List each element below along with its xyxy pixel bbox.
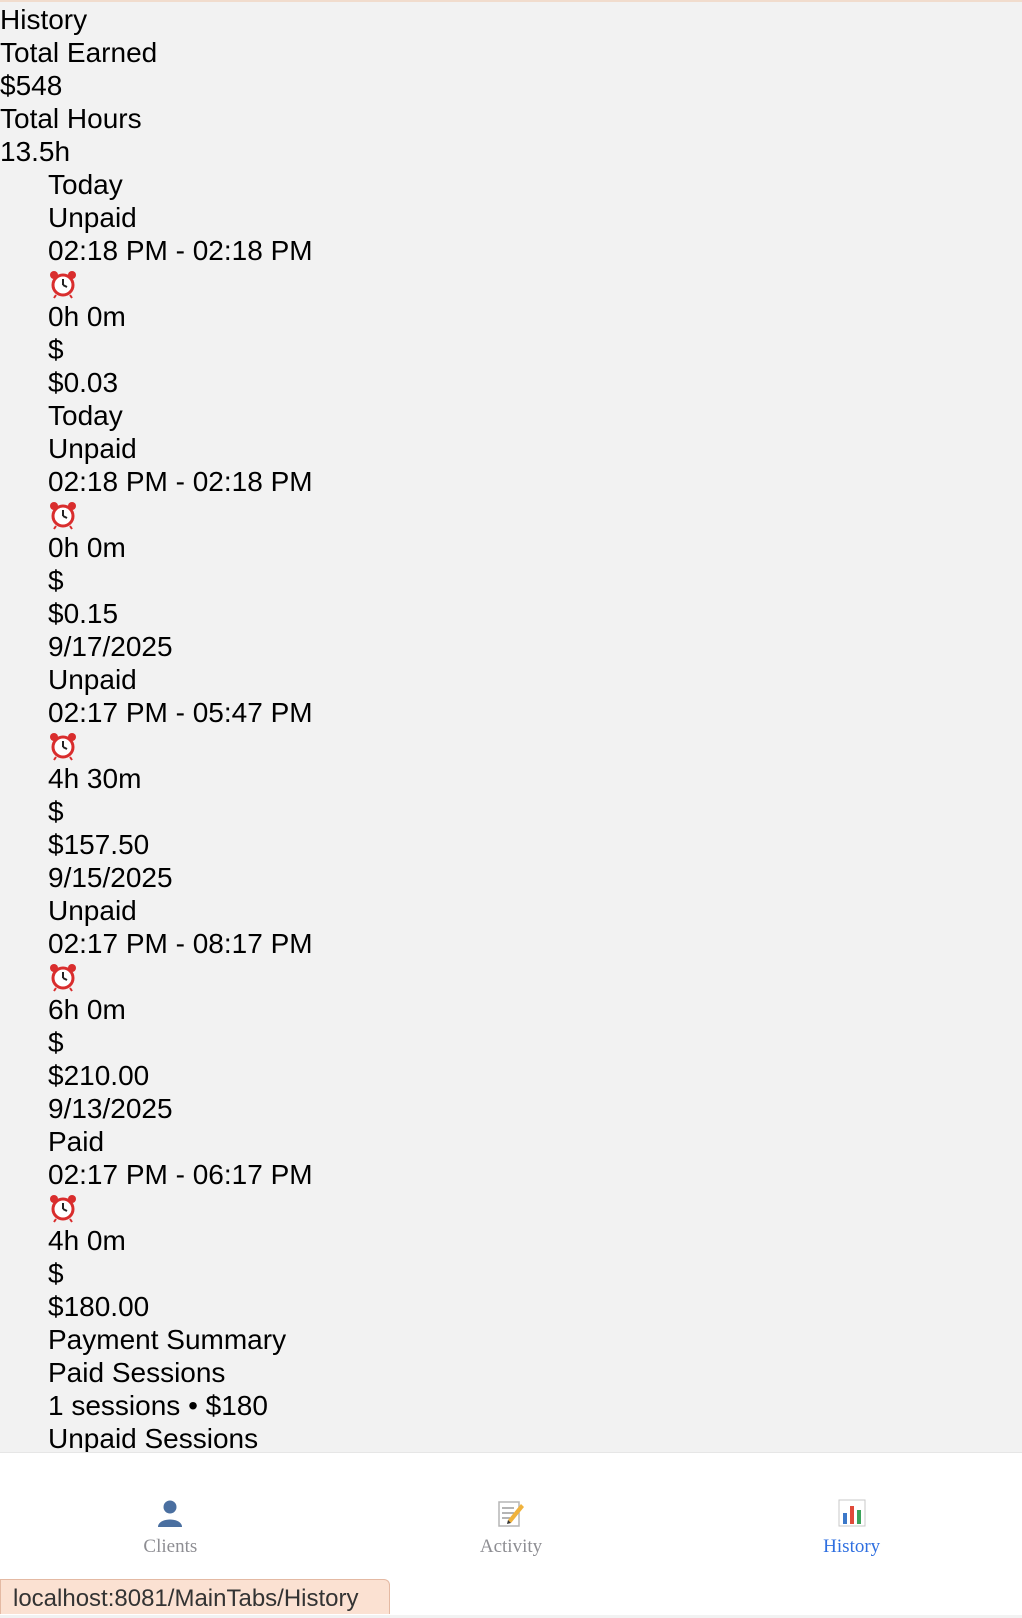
session-card[interactable]: Today Unpaid 02:18 PM - 02:18 PM 0h 0m $… — [0, 168, 1022, 399]
session-time-range: 02:17 PM - 06:17 PM — [48, 1159, 313, 1190]
session-amount: $0.15 — [48, 598, 119, 629]
top-border — [0, 0, 1022, 2]
session-amount: $210.00 — [48, 1060, 150, 1091]
alarm-clock-icon — [48, 729, 78, 762]
session-time-range: 02:18 PM - 02:18 PM — [48, 466, 313, 497]
unpaid-sessions-label: Unpaid Sessions — [48, 1423, 259, 1452]
currency-symbol: $ — [48, 796, 64, 827]
currency-symbol: $ — [48, 565, 64, 596]
session-amount: $180.00 — [48, 1291, 150, 1322]
page-title: History — [0, 4, 88, 35]
memo-icon — [496, 1498, 526, 1528]
payment-summary-title: Payment Summary — [48, 1324, 287, 1355]
session-duration: 0h 0m — [48, 301, 126, 332]
session-time-range: 02:17 PM - 05:47 PM — [48, 697, 313, 728]
session-status: Unpaid — [48, 433, 137, 464]
tab-label: Clients — [143, 1536, 198, 1557]
alarm-clock-icon — [48, 960, 78, 993]
session-amount: $157.50 — [48, 829, 150, 860]
session-date: 9/17/2025 — [48, 631, 173, 662]
session-card[interactable]: 9/15/2025 Unpaid 02:17 PM - 08:17 PM 6h … — [0, 861, 1022, 1092]
session-date: 9/13/2025 — [48, 1093, 173, 1124]
tab-label: History — [823, 1536, 881, 1557]
currency-symbol: $ — [48, 1258, 64, 1289]
session-date: 9/15/2025 — [48, 862, 173, 893]
session-card[interactable]: 9/13/2025 Paid 02:17 PM - 06:17 PM 4h 0m… — [0, 1092, 1022, 1323]
tab-activity[interactable]: Activity — [341, 1453, 682, 1615]
paid-sessions-label: Paid Sessions — [48, 1357, 226, 1388]
tab-history[interactable]: History — [681, 1453, 1022, 1615]
tab-label: Activity — [479, 1536, 543, 1557]
history-scroll-view[interactable]: History Total Earned $548 Total Hours 13… — [0, 3, 1022, 1452]
alarm-clock-icon — [48, 1191, 78, 1224]
total-hours-value: 13.5h — [0, 136, 71, 167]
total-earned-label: Total Earned — [0, 37, 158, 68]
session-card[interactable]: 9/17/2025 Unpaid 02:17 PM - 05:47 PM 4h … — [0, 630, 1022, 861]
total-earned-value: $548 — [0, 70, 63, 101]
session-card[interactable]: Today Unpaid 02:18 PM - 02:18 PM 0h 0m $… — [0, 399, 1022, 630]
session-duration: 4h 0m — [48, 1225, 126, 1256]
browser-status-url: localhost:8081/MainTabs/History — [0, 1579, 390, 1614]
payment-summary: Payment Summary Paid Sessions 1 sessions… — [0, 1323, 1022, 1452]
session-duration: 0h 0m — [48, 532, 126, 563]
session-status: Unpaid — [48, 202, 137, 233]
session-amount: $0.03 — [48, 367, 119, 398]
session-date: Today — [48, 400, 123, 431]
session-duration: 4h 30m — [48, 763, 142, 794]
currency-symbol: $ — [48, 1027, 64, 1058]
currency-symbol: $ — [48, 334, 64, 365]
session-status: Paid — [48, 1126, 105, 1157]
total-hours-label: Total Hours — [0, 103, 142, 134]
alarm-clock-icon — [48, 498, 78, 531]
session-status: Unpaid — [48, 895, 137, 926]
bar-chart-icon — [837, 1498, 867, 1528]
session-time-range: 02:17 PM - 08:17 PM — [48, 928, 313, 959]
session-status: Unpaid — [48, 664, 137, 695]
alarm-clock-icon — [48, 267, 78, 300]
session-time-range: 02:18 PM - 02:18 PM — [48, 235, 313, 266]
person-icon — [155, 1498, 185, 1528]
session-duration: 6h 0m — [48, 994, 126, 1025]
session-date: Today — [48, 169, 123, 200]
paid-sessions-value: 1 sessions • $180 — [48, 1390, 268, 1421]
